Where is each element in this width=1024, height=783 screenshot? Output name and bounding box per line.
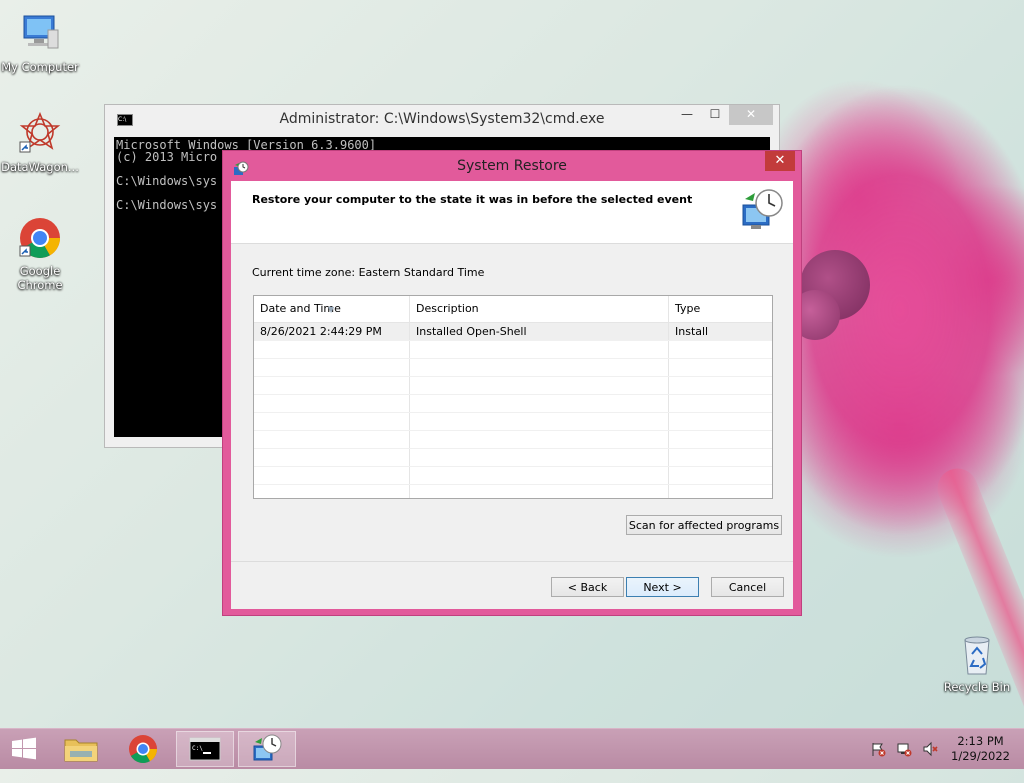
column-header-type[interactable]: Type xyxy=(669,296,772,322)
svg-text:C:\: C:\ xyxy=(192,745,203,752)
system-tray xyxy=(870,741,938,757)
back-button[interactable]: < Back xyxy=(551,577,624,597)
clock-date: 1/29/2022 xyxy=(951,749,1010,763)
dialog-title: System Restore xyxy=(457,158,567,174)
cmd-icon: C:\ xyxy=(117,114,133,126)
desktop-icon-label: Google Chrome xyxy=(17,264,63,292)
empty-row xyxy=(254,395,772,413)
desktop-icon-datawagon[interactable]: DataWagon... xyxy=(0,111,80,174)
next-button[interactable]: Next > xyxy=(626,577,699,597)
volume-muted-icon[interactable] xyxy=(922,741,938,757)
dialog-body: Restore your computer to the state it wa… xyxy=(231,181,793,609)
dialog-heading: Restore your computer to the state it wa… xyxy=(252,193,693,206)
table-header: ▼ Date and Time Description Type xyxy=(254,296,772,323)
chrome-icon xyxy=(129,735,157,763)
dialog-titlebar[interactable]: System Restore ✕ xyxy=(223,151,801,181)
timezone-label: Current time zone: Eastern Standard Time xyxy=(252,266,485,279)
taskbar-file-explorer[interactable] xyxy=(52,731,110,767)
system-restore-icon xyxy=(253,734,282,761)
empty-row xyxy=(254,431,772,449)
cmd-title: Administrator: C:\Windows\System32\cmd.e… xyxy=(279,111,605,127)
cell-type: Install xyxy=(675,325,709,338)
system-restore-dialog[interactable]: System Restore ✕ Restore your computer t… xyxy=(222,150,802,616)
empty-row xyxy=(254,485,772,498)
windows-logo-icon xyxy=(12,737,36,760)
cell-date: 8/26/2021 2:44:29 PM xyxy=(254,323,410,340)
maximize-button[interactable]: ☐ xyxy=(701,105,729,125)
cell-description: Installed Open-Shell xyxy=(410,323,669,340)
empty-row xyxy=(254,359,772,377)
empty-row xyxy=(254,377,772,395)
desktop-icon-recycle-bin[interactable]: Recycle Bin xyxy=(940,632,1014,694)
taskbar-system-restore[interactable] xyxy=(238,731,296,767)
dialog-close-button[interactable]: ✕ xyxy=(765,151,795,171)
network-icon[interactable] xyxy=(896,741,912,757)
datawagon-icon xyxy=(18,111,62,156)
table-row[interactable]: 8/26/2021 2:44:29 PM Installed Open-Shel… xyxy=(254,323,772,341)
dialog-header: Restore your computer to the state it wa… xyxy=(231,181,793,244)
taskbar-cmd[interactable]: C:\ xyxy=(176,731,234,767)
column-header-description[interactable]: Description xyxy=(410,296,669,322)
action-center-flag-icon[interactable] xyxy=(870,741,886,757)
cancel-button[interactable]: Cancel xyxy=(711,577,784,597)
desktop-icon-label: DataWagon... xyxy=(1,160,79,174)
system-restore-icon xyxy=(233,158,249,175)
empty-row xyxy=(254,341,772,359)
scan-affected-programs-button[interactable]: Scan for affected programs xyxy=(626,515,782,535)
empty-row xyxy=(254,467,772,485)
desktop-icon-my-computer[interactable]: My Computer xyxy=(0,12,80,74)
cmd-icon: C:\ xyxy=(189,737,221,761)
minimize-button[interactable]: — xyxy=(673,105,701,125)
taskbar-chrome[interactable] xyxy=(114,731,172,767)
taskbar-clock[interactable]: 2:13 PM 1/29/2022 xyxy=(951,734,1010,764)
computer-icon xyxy=(18,12,62,56)
cmd-titlebar[interactable]: C:\ Administrator: C:\Windows\System32\c… xyxy=(105,105,779,133)
chrome-icon xyxy=(18,216,62,260)
close-button[interactable]: ✕ xyxy=(729,105,773,125)
folder-icon xyxy=(64,739,98,762)
recycle-bin-icon xyxy=(955,632,999,676)
clock-time: 2:13 PM xyxy=(957,734,1004,748)
restore-points-table[interactable]: ▼ Date and Time Description Type 8/26/20… xyxy=(253,295,773,499)
system-restore-large-icon xyxy=(739,187,785,233)
empty-row xyxy=(254,413,772,431)
start-button[interactable] xyxy=(0,731,58,767)
empty-row xyxy=(254,449,772,467)
desktop-icon-label: My Computer xyxy=(1,60,79,74)
taskbar: C:\ 2:13 PM 1/29/2022 xyxy=(0,728,1024,769)
desktop-icon-google-chrome[interactable]: Google Chrome xyxy=(0,216,80,292)
desktop-icon-label: Recycle Bin xyxy=(943,680,1011,694)
dialog-footer: < Back Next > Cancel xyxy=(231,562,793,609)
sort-arrow-icon: ▼ xyxy=(328,305,335,314)
